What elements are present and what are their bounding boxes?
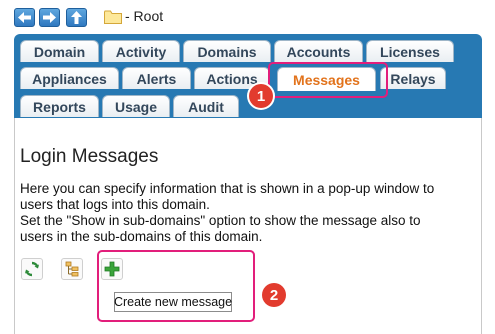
up-button[interactable] <box>66 8 87 27</box>
description-line-1: Here you can specify information that is… <box>20 181 435 196</box>
tab-reports[interactable]: Reports <box>20 95 99 117</box>
description-line-2: users that logs into this domain. <box>20 197 210 212</box>
forward-button[interactable] <box>39 8 60 27</box>
tree-view-button[interactable] <box>61 258 83 280</box>
tab-accounts[interactable]: Accounts <box>274 40 363 62</box>
tab-relays[interactable]: Relays <box>380 67 446 89</box>
arrow-right-icon <box>43 12 56 23</box>
location-label: - Root <box>125 8 164 24</box>
page-title: Login Messages <box>20 146 159 167</box>
messages-tab-highlight <box>268 62 388 98</box>
refresh-icon <box>25 261 39 277</box>
folder-icon <box>104 10 122 24</box>
tab-domains[interactable]: Domains <box>183 40 271 62</box>
description-line-3: Set the "Show in sub-domains" option to … <box>20 213 421 228</box>
step-badge-2: 2 <box>262 283 286 307</box>
tab-activity[interactable]: Activity <box>102 40 180 62</box>
add-button-highlight <box>97 250 255 322</box>
refresh-button[interactable] <box>21 258 43 280</box>
tab-audit[interactable]: Audit <box>173 95 239 117</box>
tab-appliances[interactable]: Appliances <box>20 67 119 89</box>
tree-icon <box>65 261 79 277</box>
arrow-up-icon <box>71 11 82 24</box>
tab-licenses[interactable]: Licenses <box>366 40 454 62</box>
tab-alerts[interactable]: Alerts <box>122 67 191 89</box>
tab-domain[interactable]: Domain <box>20 40 99 62</box>
tab-usage[interactable]: Usage <box>102 95 170 117</box>
back-button[interactable] <box>14 8 35 27</box>
step-badge-1: 1 <box>249 84 273 108</box>
arrow-left-icon <box>18 12 31 23</box>
description-line-4: users in the sub-domains of this domain. <box>20 229 263 244</box>
